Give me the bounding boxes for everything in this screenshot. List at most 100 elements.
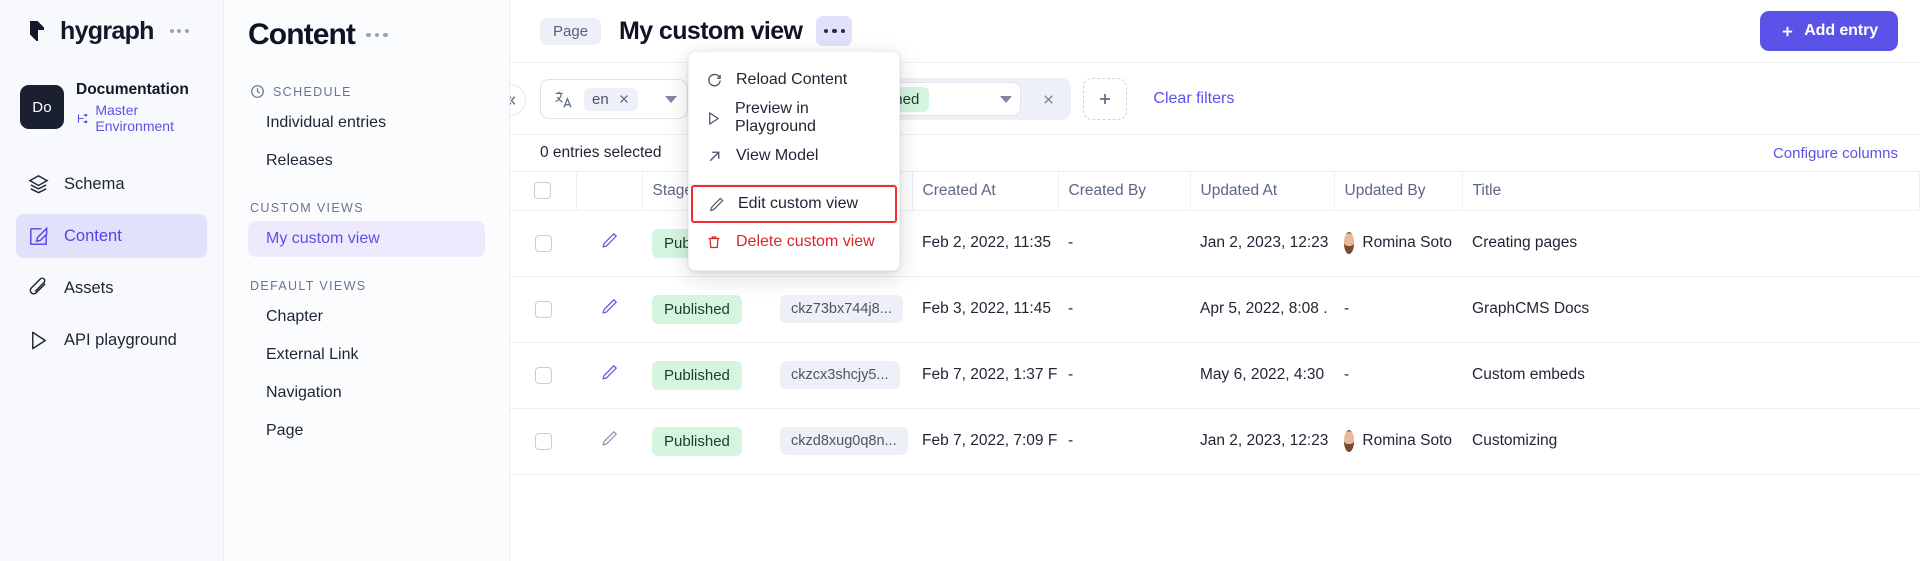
configure-columns-button[interactable]: Configure columns <box>1773 145 1898 162</box>
row-select-cell[interactable] <box>510 408 576 475</box>
group-label: CUSTOM VIEWS <box>250 201 364 215</box>
model-badge: Page <box>540 17 602 45</box>
header-created-at[interactable]: Created At <box>912 172 1059 211</box>
row-checkbox[interactable] <box>534 234 552 252</box>
view-item-individual-entries[interactable]: Individual entries <box>248 105 485 141</box>
menu-item-label: Reload Content <box>736 71 848 88</box>
updated-by-name: Romina Soto <box>1362 432 1452 449</box>
view-item-releases[interactable]: Releases <box>248 143 485 179</box>
locale-chip[interactable]: en <box>584 87 638 111</box>
row-edit-cell[interactable] <box>576 210 642 277</box>
row-edit-cell[interactable] <box>576 408 642 475</box>
main-content: Page My custom view Add entry en Clear f… <box>510 0 1920 561</box>
arrow-up-right-icon <box>705 148 723 165</box>
row-id-cell: ckzcx3shcjy5... <box>770 342 912 409</box>
sidebar-item-schema[interactable]: Schema <box>16 162 207 206</box>
row-created-by: - <box>1058 210 1190 277</box>
view-item-page[interactable]: Page <box>248 413 485 449</box>
clear-filters-button[interactable]: Clear filters <box>1153 90 1234 108</box>
view-options-button[interactable] <box>816 16 853 46</box>
table-row[interactable]: Published ckz73bx744j8... Feb 3, 2022, 1… <box>510 276 1920 343</box>
environment-name: Master Environment <box>95 102 174 135</box>
paperclip-icon <box>26 276 50 300</box>
row-checkbox[interactable] <box>534 366 552 384</box>
group-header-custom-views: CUSTOM VIEWS <box>250 201 485 215</box>
pencil-icon[interactable] <box>600 429 619 448</box>
avatar <box>1344 430 1355 452</box>
header-edit <box>576 172 643 211</box>
pencil-icon[interactable] <box>600 231 619 250</box>
sidebar-item-api-playground[interactable]: API playground <box>16 318 207 362</box>
menu-item-preview-in-playground[interactable]: Preview in Playground <box>689 99 899 137</box>
locale-chip-label: en <box>592 90 609 108</box>
view-item-navigation[interactable]: Navigation <box>248 375 485 411</box>
row-title[interactable]: Customizing <box>1462 408 1920 475</box>
project-switcher[interactable]: Do Documentation Master Environment <box>16 80 207 134</box>
plus-icon <box>1100 94 1111 104</box>
project-avatar: Do <box>20 85 64 130</box>
row-select-cell[interactable] <box>510 276 576 343</box>
environment-row[interactable]: Master Environment <box>76 102 207 134</box>
header-title[interactable]: Title <box>1462 172 1920 211</box>
brand-row[interactable]: hygraph <box>16 0 207 62</box>
header-updated-at[interactable]: Updated At <box>1190 172 1335 211</box>
row-title[interactable]: Creating pages <box>1462 210 1920 277</box>
row-title[interactable]: GraphCMS Docs <box>1462 276 1920 343</box>
views-sidebar: Content SCHEDULE Individual entries Rele… <box>224 0 510 561</box>
pencil-icon[interactable] <box>600 363 619 382</box>
close-icon[interactable] <box>618 93 630 105</box>
branch-icon <box>77 113 88 124</box>
row-edit-cell[interactable] <box>576 342 642 409</box>
add-entry-label: Add entry <box>1804 22 1878 39</box>
avatar <box>1344 232 1355 254</box>
row-select-cell[interactable] <box>510 342 576 409</box>
row-updated-at: Jan 2, 2023, 12:23 <box>1190 210 1334 277</box>
selection-count: 0 entries selected <box>540 144 662 161</box>
table-row[interactable]: Published ckzcx3shcjy5... Feb 7, 2022, 1… <box>510 342 1920 409</box>
row-stage-cell: Published <box>642 408 770 475</box>
status-badge: Published <box>652 294 742 324</box>
ellipsis-icon[interactable] <box>169 29 189 33</box>
sidebar-item-label: Content <box>64 226 122 245</box>
menu-item-reload-content[interactable]: Reload Content <box>689 61 899 99</box>
table-row[interactable]: Published ckzd8xug0q8n... Feb 7, 2022, 7… <box>510 408 1920 475</box>
group-header-default-views: DEFAULT VIEWS <box>250 279 485 293</box>
header-created-by[interactable]: Created By <box>1058 172 1191 211</box>
locale-filter[interactable]: en <box>540 79 688 119</box>
sidebar-item-content[interactable]: Content <box>16 214 207 259</box>
remove-stage-filter-button[interactable] <box>1031 82 1065 116</box>
view-item-chapter[interactable]: Chapter <box>248 299 485 335</box>
row-edit-cell[interactable] <box>576 276 642 343</box>
sidebar-item-label: Assets <box>64 278 114 297</box>
row-updated-by: Romina Soto <box>1334 210 1462 277</box>
row-created-by: - <box>1058 342 1190 409</box>
view-item-external-link[interactable]: External Link <box>248 337 485 373</box>
sidebar-item-assets[interactable]: Assets <box>16 266 207 310</box>
row-id-cell: ckz73bx744j8... <box>770 276 912 343</box>
group-header-schedule: SCHEDULE <box>250 84 485 99</box>
menu-item-label: View Model <box>736 147 819 164</box>
row-select-cell[interactable] <box>510 210 576 277</box>
project-name: Documentation <box>76 81 189 98</box>
row-checkbox[interactable] <box>534 300 552 318</box>
row-checkbox[interactable] <box>534 432 552 450</box>
chevron-down-icon[interactable] <box>665 95 677 103</box>
row-created-by: - <box>1058 408 1190 475</box>
add-filter-button[interactable] <box>1083 78 1128 120</box>
menu-item-edit-custom-view[interactable]: Edit custom view <box>691 185 897 223</box>
header-updated-by[interactable]: Updated By <box>1334 172 1463 211</box>
row-id-cell: ckzd8xug0q8n... <box>770 408 912 475</box>
select-all-checkbox[interactable] <box>534 182 552 200</box>
clock-icon <box>251 85 264 98</box>
header-select-all[interactable] <box>510 172 577 211</box>
row-title[interactable]: Custom embeds <box>1462 342 1920 409</box>
menu-item-view-model[interactable]: View Model <box>689 137 899 175</box>
pencil-icon[interactable] <box>600 297 619 316</box>
ellipsis-icon[interactable] <box>366 32 388 38</box>
row-created-at: Feb 3, 2022, 11:45 <box>912 276 1058 343</box>
sidebar-item-label: API playground <box>64 330 177 349</box>
app-root: hygraph Do Documentation Master Environm… <box>0 0 1920 561</box>
menu-item-delete-custom-view[interactable]: Delete custom view <box>689 223 899 261</box>
add-entry-button[interactable]: Add entry <box>1760 11 1898 51</box>
view-item-my-custom-view[interactable]: My custom view <box>248 221 485 257</box>
